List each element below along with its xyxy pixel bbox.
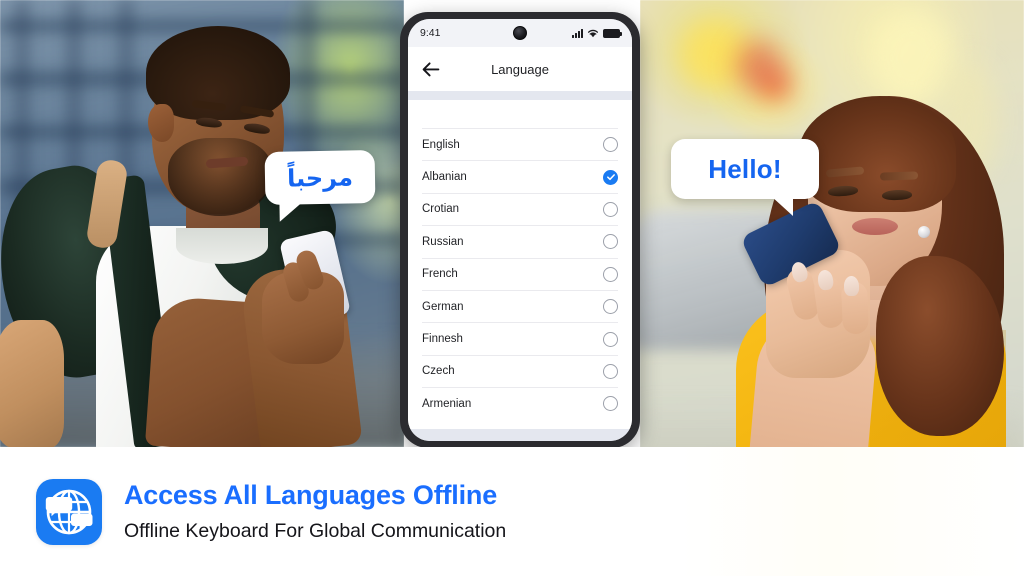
status-bar-icons [572, 28, 622, 38]
radio-button[interactable] [603, 299, 618, 315]
language-row-label: Albanian [422, 171, 467, 184]
language-row[interactable]: English [422, 128, 618, 160]
man-ear [148, 104, 174, 142]
woman-earring [918, 226, 930, 238]
app-bar: Language [408, 47, 632, 91]
back-arrow-icon[interactable] [420, 58, 442, 80]
bottom-banner: Access All Languages Offline Offline Key… [0, 447, 1024, 576]
woman-eyebrow [879, 171, 919, 181]
language-row[interactable]: Finnesh [422, 322, 618, 354]
language-row[interactable]: Crotian [422, 192, 618, 225]
language-row-label: Czech [422, 365, 455, 378]
language-row-label: Russian [422, 235, 464, 248]
list-top-spacer [408, 100, 632, 128]
status-bar-time: 9:41 [420, 27, 441, 39]
banner-title: Access All Languages Offline [124, 480, 498, 510]
radio-button[interactable] [603, 234, 618, 250]
language-row[interactable]: Armenian [422, 387, 618, 419]
wifi-icon [587, 29, 599, 38]
bokeh-blob [870, 10, 954, 106]
phone-mockup: 9:41 Language English Albanian Crotian R… [400, 12, 640, 448]
language-row[interactable]: French [422, 257, 618, 290]
banner-text-block: Access All Languages Offline Offline Key… [124, 480, 506, 543]
globe-chat-app-icon [36, 478, 102, 545]
battery-icon [603, 28, 622, 38]
language-row-label: Armenian [422, 397, 472, 410]
radio-button[interactable] [603, 363, 618, 379]
banner-content: Access All Languages Offline Offline Key… [0, 447, 1024, 576]
man-beard [168, 138, 272, 216]
radio-button-selected[interactable] [603, 169, 618, 185]
front-camera-icon [513, 26, 527, 40]
man-collar [176, 228, 268, 264]
banner-subtitle: Offline Keyboard For Global Communicatio… [124, 520, 507, 542]
language-row-label: English [422, 138, 460, 151]
speech-bubble-tail [279, 201, 304, 222]
bottom-strip [408, 429, 632, 441]
speech-bubble-english-text: Hello! [708, 153, 782, 184]
radio-button[interactable] [603, 137, 618, 153]
speech-bubble-tail [771, 196, 793, 216]
speech-bubble-arabic-text: مرحباً [286, 162, 354, 193]
promo-screenshot: 9:41 Language English Albanian Crotian R… [0, 0, 1024, 576]
left-photo-man-with-phone [0, 0, 404, 447]
status-bar: 9:41 [408, 19, 632, 47]
speech-bubble-arabic: مرحباً [264, 150, 376, 222]
language-row[interactable]: Russian [422, 225, 618, 257]
speech-bubble-english: Hello! [671, 139, 819, 216]
woman-fingernail [843, 275, 860, 297]
language-list[interactable]: English Albanian Crotian Russian French Germa… [408, 128, 632, 429]
language-row-label: Crotian [422, 203, 460, 216]
radio-button[interactable] [603, 396, 618, 412]
radio-button[interactable] [603, 201, 618, 217]
language-row-label: Finnesh [422, 333, 463, 346]
radio-button[interactable] [603, 266, 618, 282]
man-backpack [0, 320, 64, 447]
language-row[interactable]: Czech [422, 354, 618, 387]
radio-button[interactable] [603, 331, 618, 347]
language-row[interactable]: German [422, 289, 618, 322]
language-row[interactable]: Albanian [422, 160, 618, 192]
language-row-label: German [422, 300, 464, 313]
language-row-label: French [422, 268, 458, 281]
woman-lips [852, 218, 898, 235]
woman-hair-front [798, 96, 956, 212]
signal-bars-icon [572, 28, 583, 38]
phone-screen: 9:41 Language English Albanian Crotian R… [408, 19, 632, 441]
header-divider-strip [408, 91, 632, 100]
bokeh-blob [762, 70, 790, 100]
